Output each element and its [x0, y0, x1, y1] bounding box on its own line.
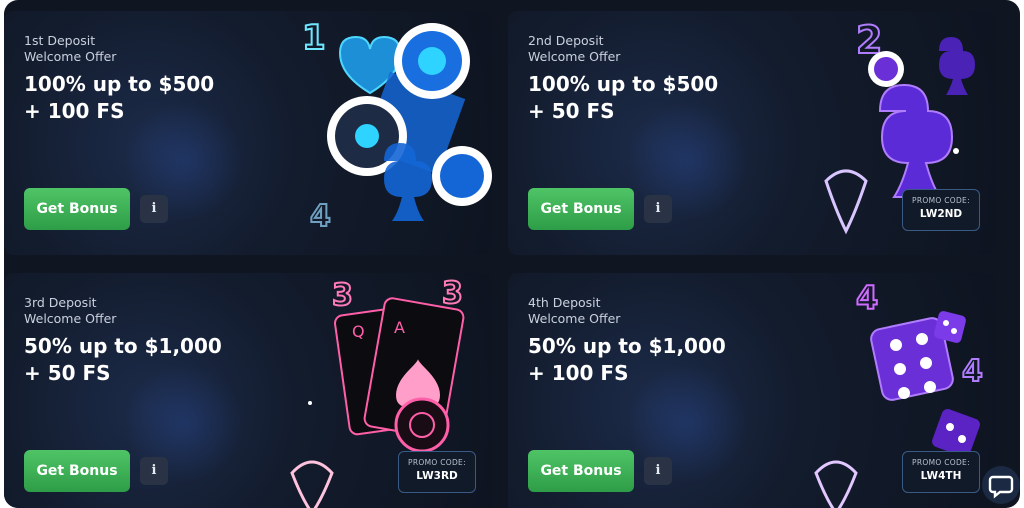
offer-free-spins-line: + 50 FS [24, 361, 111, 385]
promo-code-value: LW3RD [416, 470, 458, 482]
chat-bubble-icon[interactable] [982, 466, 1020, 504]
offer-card-3rd-deposit: 3 3 Q A 3rd Deposit Welcome Offer 50% up… [4, 273, 492, 508]
offer-free-spins-line: + 100 FS [24, 99, 125, 123]
promo-code-label: PROMO CODE: [912, 458, 970, 467]
welcome-offer-label: Welcome Offer [24, 49, 117, 64]
offer-card-4th-deposit: 4 4 4th Deposit Welcome Offer 50% up to … [508, 273, 996, 508]
svg-text:3: 3 [332, 278, 353, 313]
offer-free-spins-line: + 100 FS [528, 361, 629, 385]
offer-percent-line: 50% up to $1,000 [24, 334, 222, 358]
offer-free-spins-line: + 50 FS [528, 99, 615, 123]
offer-subtitle: 4th Deposit Welcome Offer [528, 295, 620, 327]
svg-text:1: 1 [302, 18, 326, 58]
offer-percent-line: 100% up to $500 [24, 72, 215, 96]
welcome-offer-label: Welcome Offer [528, 311, 621, 326]
offer-headline: 100% up to $500 + 100 FS [24, 71, 214, 125]
offer-percent-line: 100% up to $500 [528, 72, 719, 96]
offer-percent-line: 50% up to $1,000 [528, 334, 726, 358]
promo-code-box[interactable]: PROMO CODE: LW3RD [398, 451, 476, 493]
promo-code-label: PROMO CODE: [912, 196, 970, 205]
svg-text:4: 4 [856, 279, 878, 317]
offer-subtitle: 2nd Deposit Welcome Offer [528, 33, 620, 65]
info-button[interactable]: i [644, 457, 672, 485]
deposit-label: 2nd Deposit [528, 33, 604, 48]
promo-code-value: LW4TH [920, 470, 962, 482]
bonus-offers-panel: 1 4 1st Deposit Welcome Offer 100% up to… [4, 0, 1020, 508]
get-bonus-button[interactable]: Get Bonus [528, 188, 634, 230]
deposit-label: 1st Deposit [24, 33, 96, 48]
get-bonus-button[interactable]: Get Bonus [24, 188, 130, 230]
svg-text:4: 4 [310, 199, 331, 234]
offer-headline: 100% up to $500 + 50 FS [528, 71, 718, 125]
offer-headline: 50% up to $1,000 + 100 FS [528, 333, 726, 387]
chat-bubble-icon-glyph [988, 475, 1014, 499]
svg-text:3: 3 [442, 276, 463, 311]
casino-chips-hearts-clubs-icon: 1 4 [301, 17, 492, 235]
promo-code-box[interactable]: PROMO CODE: LW2ND [902, 189, 980, 231]
get-bonus-button[interactable]: Get Bonus [24, 450, 130, 492]
svg-text:Q: Q [352, 322, 365, 341]
promo-code-label: PROMO CODE: [408, 458, 466, 467]
svg-text:4: 4 [962, 354, 983, 389]
deposit-label: 3rd Deposit [24, 295, 97, 310]
offer-subtitle: 1st Deposit Welcome Offer [24, 33, 116, 65]
info-button[interactable]: i [140, 457, 168, 485]
promo-code-value: LW2ND [919, 208, 963, 220]
promo-code-box[interactable]: PROMO CODE: LW4TH [902, 451, 980, 493]
offer-headline: 50% up to $1,000 + 50 FS [24, 333, 222, 387]
welcome-offer-label: Welcome Offer [528, 49, 621, 64]
info-button[interactable]: i [644, 195, 672, 223]
offer-card-2nd-deposit: 2 2nd Deposit Welcome Offer 100% up to $… [508, 11, 996, 255]
welcome-offer-label: Welcome Offer [24, 311, 117, 326]
get-bonus-button[interactable]: Get Bonus [528, 450, 634, 492]
info-button[interactable]: i [140, 195, 168, 223]
svg-text:A: A [394, 318, 405, 337]
deposit-label: 4th Deposit [528, 295, 601, 310]
offer-card-1st-deposit: 1 4 1st Deposit Welcome Offer 100% up to… [4, 11, 492, 255]
offer-subtitle: 3rd Deposit Welcome Offer [24, 295, 116, 327]
